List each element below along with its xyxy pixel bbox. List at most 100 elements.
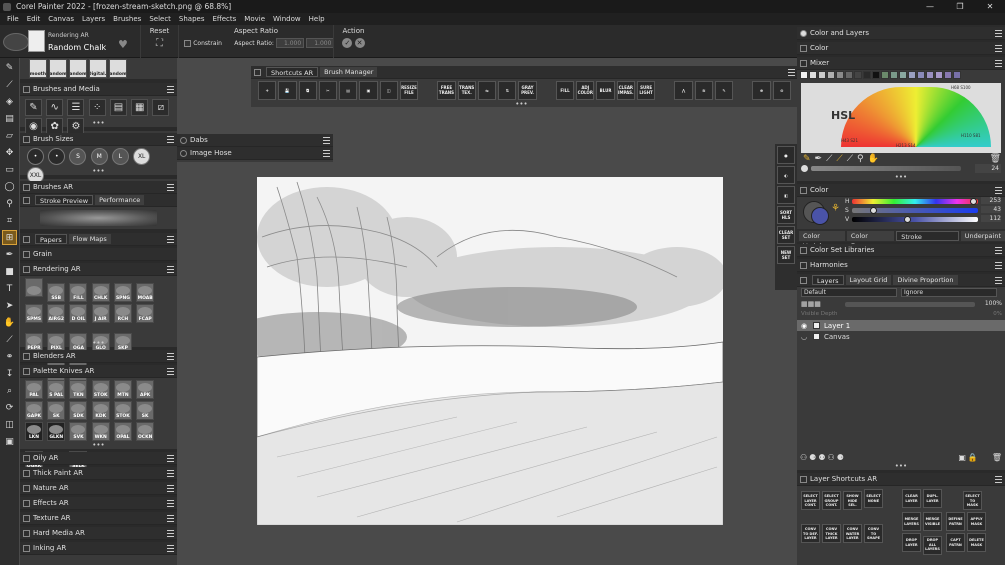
layer-row-layer1[interactable]: ◉ Layer 1	[797, 320, 1005, 331]
panel-menu-icon[interactable]	[167, 236, 174, 243]
list-icon[interactable]: ☰	[67, 99, 85, 116]
trans-tex-button[interactable]: TRANS TEX.	[457, 80, 476, 100]
brush-cell[interactable]: OCKN	[136, 422, 155, 441]
tab-shortcuts-ar[interactable]: Shortcuts AR	[266, 67, 319, 77]
dropper-icon[interactable]: ⟋	[2, 77, 17, 92]
minimize-button[interactable]: —	[915, 0, 945, 13]
dabs-header[interactable]: Dabs	[177, 134, 333, 147]
blur-button[interactable]: BLUR	[596, 80, 615, 100]
brush-cell[interactable]: STOK	[113, 401, 132, 420]
clear-set-button[interactable]: CLEAR SET	[777, 226, 795, 244]
recent-brush[interactable]: Smooth..	[29, 59, 47, 78]
mixer-swatch[interactable]	[872, 71, 880, 79]
panel-menu-icon[interactable]	[995, 45, 1002, 52]
grid-icon[interactable]: ≋	[694, 80, 713, 100]
magic-wand-icon[interactable]: ⚲	[2, 196, 17, 211]
layer-name[interactable]: Canvas	[824, 333, 850, 341]
layer-action-icon[interactable]: ⚉	[818, 453, 825, 462]
brush-cell[interactable]: PAL	[25, 380, 43, 399]
brushes-ar-header[interactable]: Brushes AR	[20, 181, 177, 194]
tab-layout-grid[interactable]: Layout Grid	[845, 275, 892, 285]
rectangle-select-icon[interactable]: ▭	[2, 162, 17, 177]
value-slider[interactable]	[852, 216, 978, 223]
copy-icon[interactable]: ⧉	[298, 80, 317, 100]
color-header[interactable]: Color	[797, 42, 1005, 55]
gray-prev-button[interactable]: GRAY PREV.	[518, 80, 537, 100]
panel-menu-icon[interactable]	[995, 60, 1002, 67]
panel-menu-icon[interactable]	[323, 137, 330, 144]
mixer-swatch[interactable]	[818, 71, 826, 79]
transform-icon[interactable]: ✥	[2, 145, 17, 160]
crop-icon[interactable]: ⌗	[2, 213, 17, 228]
brush-cell[interactable]: SK	[136, 401, 155, 420]
dropper2-icon[interactable]: ⟋	[2, 332, 17, 347]
mixer-swatch[interactable]	[863, 71, 871, 79]
brush-icon[interactable]: ✎	[2, 60, 17, 75]
grain-header[interactable]: Grain	[20, 248, 177, 261]
panel-menu-icon[interactable]	[167, 485, 174, 492]
menu-edit[interactable]: Edit	[23, 13, 45, 25]
tab-layers[interactable]: Layers	[812, 275, 844, 285]
mixer-zoom-icon[interactable]: ⚲	[857, 154, 864, 164]
mixer-swatch[interactable]	[890, 71, 898, 79]
panel-menu-icon[interactable]	[167, 136, 174, 143]
category-texture-ar[interactable]: Texture AR	[20, 512, 177, 525]
hsl-wheel[interactable]	[841, 87, 991, 147]
menu-help[interactable]: Help	[305, 13, 329, 25]
layer-row-canvas[interactable]: ◡ Canvas	[797, 331, 1005, 342]
palette-knives-header[interactable]: Palette Knives AR	[20, 365, 177, 378]
mixer-dropper3-icon[interactable]: ⟋	[847, 154, 853, 164]
drop-layer-button[interactable]: DROP LAYER	[902, 533, 921, 553]
menu-file[interactable]: File	[3, 13, 23, 25]
saturation-slider[interactable]	[852, 207, 978, 214]
panel-menu-icon[interactable]	[167, 470, 174, 477]
brush-cell[interactable]: TKN	[69, 380, 88, 399]
tab-brush-manager[interactable]: Brush Manager	[320, 67, 378, 77]
menu-window[interactable]: Window	[269, 13, 305, 25]
opacity-value[interactable]: 100%	[985, 300, 1002, 307]
brush-cell[interactable]: KDK	[91, 401, 110, 420]
size-l[interactable]: L	[111, 148, 129, 165]
mixer-size-slider[interactable]	[811, 166, 961, 171]
mixer-swatch[interactable]	[899, 71, 907, 79]
define-patrn-button[interactable]: DEFINE PATRN	[946, 512, 965, 532]
category-hard-media-ar[interactable]: Hard Media AR	[20, 527, 177, 540]
clear-layer-button[interactable]: CLEAR LAYER	[902, 489, 921, 508]
panel-menu-icon[interactable]	[167, 184, 174, 191]
brush-cell[interactable]	[25, 278, 43, 297]
menu-movie[interactable]: Movie	[240, 13, 269, 25]
v-value[interactable]: 112	[981, 215, 1001, 222]
recent-brush[interactable]: Random..	[69, 59, 87, 78]
mixer-swatch[interactable]	[800, 71, 808, 79]
fill-icon[interactable]: ◈	[2, 94, 17, 109]
panel-menu-icon[interactable]	[167, 86, 174, 93]
color-set-libraries-header[interactable]: Color Set Libraries	[797, 244, 1005, 257]
favorite-heart-icon[interactable]: ♥	[118, 38, 128, 51]
save-icon[interactable]: 💾	[278, 80, 297, 100]
layer-action-icon[interactable]: ⚇	[800, 453, 807, 462]
dupl-layer-button[interactable]: DUPL. LAYER	[923, 489, 942, 508]
brushes-media-header[interactable]: Brushes and Media	[20, 83, 177, 96]
image-hose-header[interactable]: Image Hose	[177, 147, 333, 160]
brush-cell[interactable]: WKN	[91, 422, 110, 441]
panel-menu-icon[interactable]	[323, 150, 330, 157]
pattern-icon[interactable]: ▦	[131, 99, 149, 116]
free-trans-button[interactable]: FREE TRANS	[437, 80, 456, 100]
opacity-slider[interactable]	[845, 302, 975, 307]
sure-light-button[interactable]: SURE LIGHT	[636, 80, 656, 100]
main-color-swatch[interactable]	[811, 207, 829, 225]
brush-cell[interactable]: LKN	[25, 422, 43, 441]
tab-performance[interactable]: Performance	[95, 195, 145, 205]
brush-cell[interactable]: SDK	[69, 401, 88, 420]
menu-layers[interactable]: Layers	[78, 13, 109, 25]
mixer-header[interactable]: Mixer	[797, 57, 1005, 70]
color-panel-header[interactable]: Color	[797, 184, 1005, 197]
tab-stroke-preview[interactable]: Stroke Preview	[35, 195, 94, 205]
text-icon[interactable]: T	[2, 281, 17, 296]
shape-icon[interactable]: ■	[2, 264, 17, 279]
panel-menu-icon[interactable]	[167, 353, 174, 360]
hue-slider[interactable]	[852, 198, 978, 205]
brush-cell[interactable]: AIRG2	[47, 304, 66, 323]
harmonies-header[interactable]: Harmonies	[797, 259, 1005, 272]
color-picker-icon[interactable]: ⚘	[831, 203, 840, 214]
